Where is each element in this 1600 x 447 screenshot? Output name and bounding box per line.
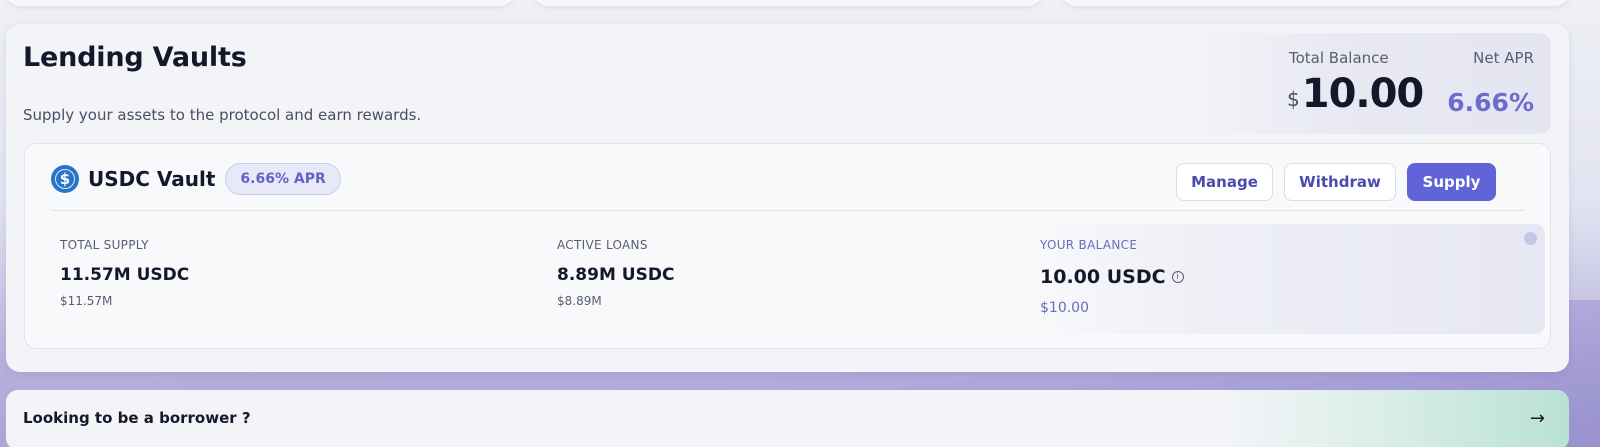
your-balance-label: YOUR BALANCE: [1040, 238, 1138, 252]
currency-symbol: $: [1287, 87, 1300, 111]
arrow-right-icon[interactable]: →: [1530, 408, 1545, 429]
withdraw-button[interactable]: Withdraw: [1284, 163, 1396, 201]
net-apr-label: Net APR: [1473, 49, 1534, 67]
info-icon[interactable]: i: [1171, 271, 1184, 283]
top-card-left: [6, 0, 514, 6]
your-balance-amount: 10.00 USDC: [1040, 266, 1166, 288]
total-supply-stat: TOTAL SUPPLY 11.57M USDC $11.57M: [60, 238, 189, 308]
vault-divider: [51, 210, 1524, 211]
page-subtitle: Supply your assets to the protocol and e…: [23, 106, 422, 124]
total-balance-amount: 10.00: [1301, 71, 1425, 117]
total-balance-label: Total Balance: [1289, 49, 1389, 67]
lending-vaults-card: Lending Vaults Supply your assets to the…: [6, 24, 1569, 372]
usdc-vault-card: $ USDC Vault 6.66% APR Manage Withdraw S…: [24, 143, 1551, 349]
net-apr-value: 6.66%: [1447, 88, 1534, 117]
stat-value: 8.89M USDC: [557, 265, 675, 285]
page-title: Lending Vaults: [23, 42, 247, 73]
top-card-right: [1062, 0, 1569, 6]
your-balance-value: 10.00 USDC i: [1040, 266, 1184, 288]
usdc-coin-icon: $: [51, 165, 79, 193]
stat-label: ACTIVE LOANS: [557, 238, 648, 252]
stat-label: TOTAL SUPPLY: [60, 238, 149, 252]
borrower-banner[interactable]: Looking to be a borrower ? →: [6, 390, 1569, 447]
vault-name: USDC Vault: [88, 167, 216, 191]
active-loans-stat: ACTIVE LOANS 8.89M USDC $8.89M: [557, 238, 674, 308]
vault-header: $ USDC Vault 6.66% APR: [51, 163, 341, 195]
borrower-banner-text: Looking to be a borrower ?: [23, 409, 251, 427]
stat-usd-value: $11.57M: [60, 294, 113, 308]
stat-usd-value: $8.89M: [557, 294, 602, 308]
apr-badge: 6.66% APR: [225, 163, 341, 195]
manage-button[interactable]: Manage: [1176, 163, 1273, 201]
your-balance-usd: $10.00: [1040, 300, 1089, 316]
top-card-middle: [534, 0, 1042, 6]
supply-button[interactable]: Supply: [1407, 163, 1496, 201]
stat-value: 11.57M USDC: [60, 265, 190, 285]
status-dot: [1524, 232, 1537, 245]
total-balance-value: $ 10.00: [1287, 71, 1425, 117]
your-balance-panel: YOUR BALANCE 10.00 USDC i $10.00: [1031, 224, 1545, 334]
